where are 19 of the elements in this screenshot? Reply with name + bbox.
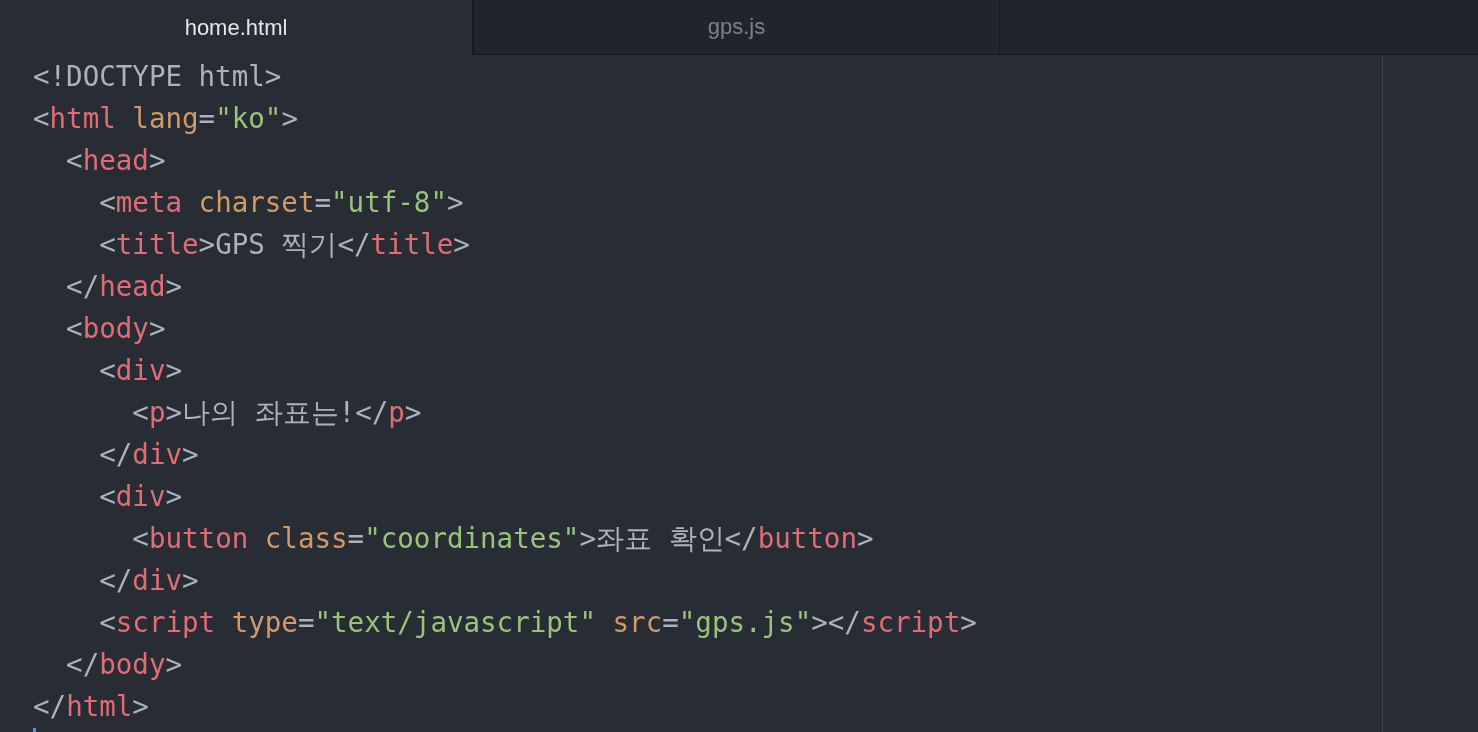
- code-line: <p>나의 좌표는!</p>: [131, 395, 422, 430]
- code-line: <div>: [98, 353, 183, 388]
- code-line: <div>: [98, 479, 183, 514]
- code-line: <html lang="ko">: [33, 101, 298, 136]
- file-tab[interactable]: gps.js: [473, 0, 1000, 55]
- file-tab[interactable]: home.html: [0, 0, 473, 55]
- code-line: <head>: [65, 143, 166, 178]
- code-line: <body>: [65, 311, 166, 346]
- code-line: <title>GPS 찍기</title>: [98, 227, 470, 262]
- code-line: </html>: [33, 689, 149, 724]
- code-line: </body>: [65, 647, 183, 682]
- code-line: <script type="text/javascript" src="gps.js"></script>: [98, 605, 977, 640]
- code-line: </div>: [98, 437, 199, 472]
- text-cursor: [33, 728, 36, 732]
- code-line: <button class="coordinates">좌표 확인</button>: [131, 521, 874, 556]
- code-line: <!DOCTYPE html>: [33, 59, 282, 94]
- code-line: </head>: [65, 269, 183, 304]
- code-line: <meta charset="utf-8">: [98, 185, 464, 220]
- code-line: </div>: [98, 563, 199, 598]
